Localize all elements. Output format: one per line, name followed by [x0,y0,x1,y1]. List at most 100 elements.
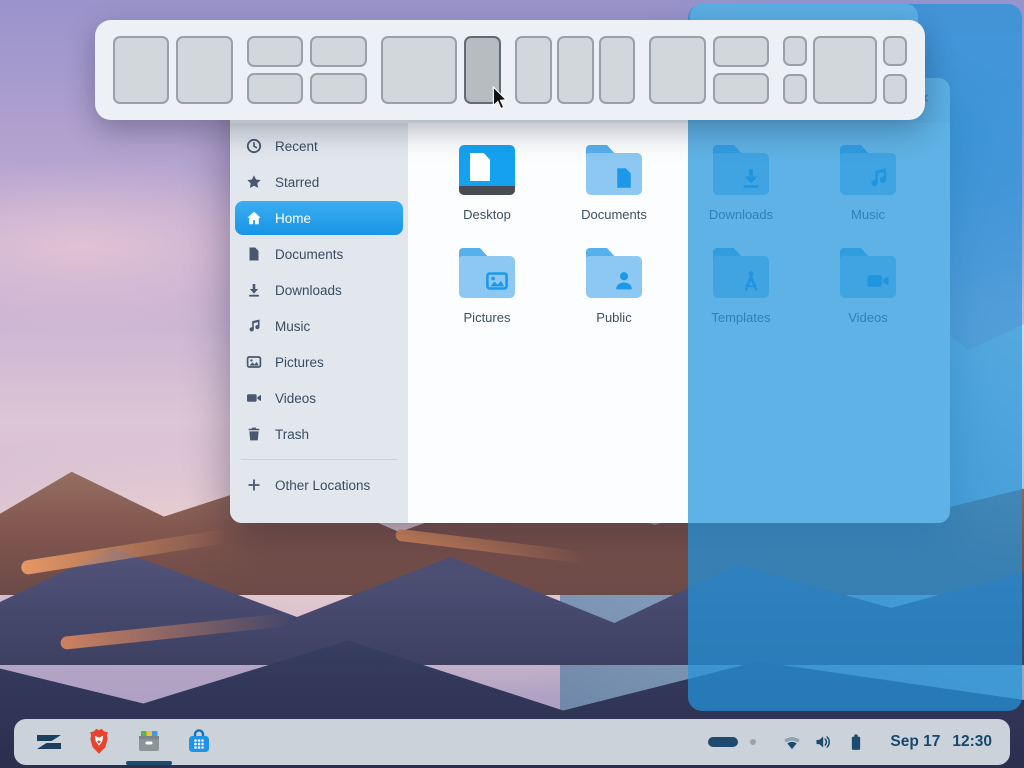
volume-icon [814,732,834,752]
file-label: Pictures [464,310,511,325]
zorin-icon [33,726,65,758]
layout-tile[interactable] [557,36,594,104]
sidebar-item-videos[interactable]: Videos [235,381,403,415]
sidebar-item-label: Home [275,211,311,226]
file-desktop[interactable]: Desktop [439,145,535,222]
taskbar-launchers [24,719,224,765]
sidebar-item-label: Recent [275,139,318,154]
layout-tile[interactable] [176,36,233,104]
clock-date: Sep 17 [890,733,940,751]
layout-tile[interactable] [381,36,457,104]
layout-tile[interactable] [113,36,169,104]
layout-tile[interactable] [649,36,706,104]
file-documents[interactable]: Documents [566,145,662,222]
layout-tile[interactable] [247,36,303,67]
workspace-indicator-dot[interactable] [750,739,756,745]
tray-battery[interactable] [846,732,866,752]
taskbar: Sep 17 12:30 [14,719,1010,765]
running-indicator [126,761,172,765]
folder-icon [459,248,515,298]
layout-tile[interactable] [247,73,303,104]
files-icon [133,726,165,758]
file-public[interactable]: Public [566,248,662,325]
layout-tile[interactable] [783,74,807,104]
layout-tile[interactable] [713,73,769,104]
sidebar-item-starred[interactable]: Starred [235,165,403,199]
software-icon [183,726,215,758]
layout-tile[interactable] [813,36,877,104]
tray-volume[interactable] [814,732,834,752]
battery-icon [846,732,866,752]
file-manager-sidebar: Recent Starred Home Documents Downloads Music… [230,123,408,523]
layout-option-quarters[interactable] [247,36,367,104]
layout-option-two-columns[interactable] [113,36,233,104]
image-emblem-icon [485,269,509,293]
file-label: Desktop [463,207,511,222]
layout-tile[interactable] [310,73,367,104]
wifi-icon [782,732,802,752]
sidebar-item-home[interactable]: Home [235,201,403,235]
layout-tile[interactable] [310,36,367,67]
wallpaper-dune-highlight [60,613,290,650]
layout-tile[interactable] [713,36,769,67]
plus-icon [246,477,262,493]
sidebar-item-label: Downloads [275,283,342,298]
sidebar-item-recent[interactable]: Recent [235,129,403,163]
file-label: Public [596,310,631,325]
clock[interactable]: Sep 17 12:30 [890,733,992,751]
launcher-zorin-menu[interactable] [31,719,67,765]
layout-option-three-columns[interactable] [515,36,635,104]
sidebar-item-pictures[interactable]: Pictures [235,345,403,379]
layout-option-two-thirds-one-third[interactable] [381,36,501,104]
launcher-brave-browser[interactable] [81,719,117,765]
launcher-file-manager[interactable] [131,719,167,765]
file-pictures[interactable]: Pictures [439,248,535,325]
mouse-cursor [492,86,511,111]
desktop-icon-page [470,153,490,181]
layout-tile[interactable] [783,36,807,66]
sidebar-item-label: Documents [275,247,343,262]
launcher-software-store[interactable] [181,719,217,765]
sidebar-item-label: Music [275,319,310,334]
desktop-icon-body [459,145,515,195]
document-emblem-icon [612,166,636,190]
sidebar-item-label: Other Locations [275,478,370,493]
trash-icon [246,426,262,442]
wallpaper-dune-highlight [395,528,585,563]
layout-tile[interactable] [515,36,552,104]
document-icon [246,246,262,262]
clock-icon [246,138,262,154]
sidebar-item-trash[interactable]: Trash [235,417,403,451]
layout-tile[interactable] [599,36,635,104]
desktop-icon [459,145,515,195]
person-emblem-icon [612,269,636,293]
layout-option-center-with-side-panels[interactable] [783,36,907,104]
sidebar-item-label: Starred [275,175,319,190]
sidebar-divider [241,459,397,460]
system-tray: Sep 17 12:30 [708,732,1000,752]
wallpaper-dune-highlight [20,529,230,576]
workspace-indicator-pill[interactable] [708,737,738,747]
desktop-icon-bar [459,186,515,195]
folder-icon [586,145,642,195]
sidebar-item-documents[interactable]: Documents [235,237,403,271]
sidebar-item-downloads[interactable]: Downloads [235,273,403,307]
sidebar-item-music[interactable]: Music [235,309,403,343]
desktop: × RecentStarredHomeDocumentsDownloadsMus… [0,0,1024,768]
brave-icon [83,726,115,758]
layout-tile[interactable] [883,36,907,66]
image-icon [246,354,262,370]
clock-time: 12:30 [952,733,992,751]
sidebar-item-label: Trash [275,427,309,442]
layout-option-half-two-quarters[interactable] [649,36,769,104]
tray-icons [782,732,866,752]
folder-icon [586,248,642,298]
file-label: Documents [581,207,647,222]
tray-wifi[interactable] [782,732,802,752]
layout-tile[interactable] [883,74,907,104]
video-icon [246,390,262,406]
home-icon [246,210,262,226]
download-icon [246,282,262,298]
music-icon [246,318,262,334]
sidebar-item-other-locations[interactable]: Other Locations [235,468,403,502]
